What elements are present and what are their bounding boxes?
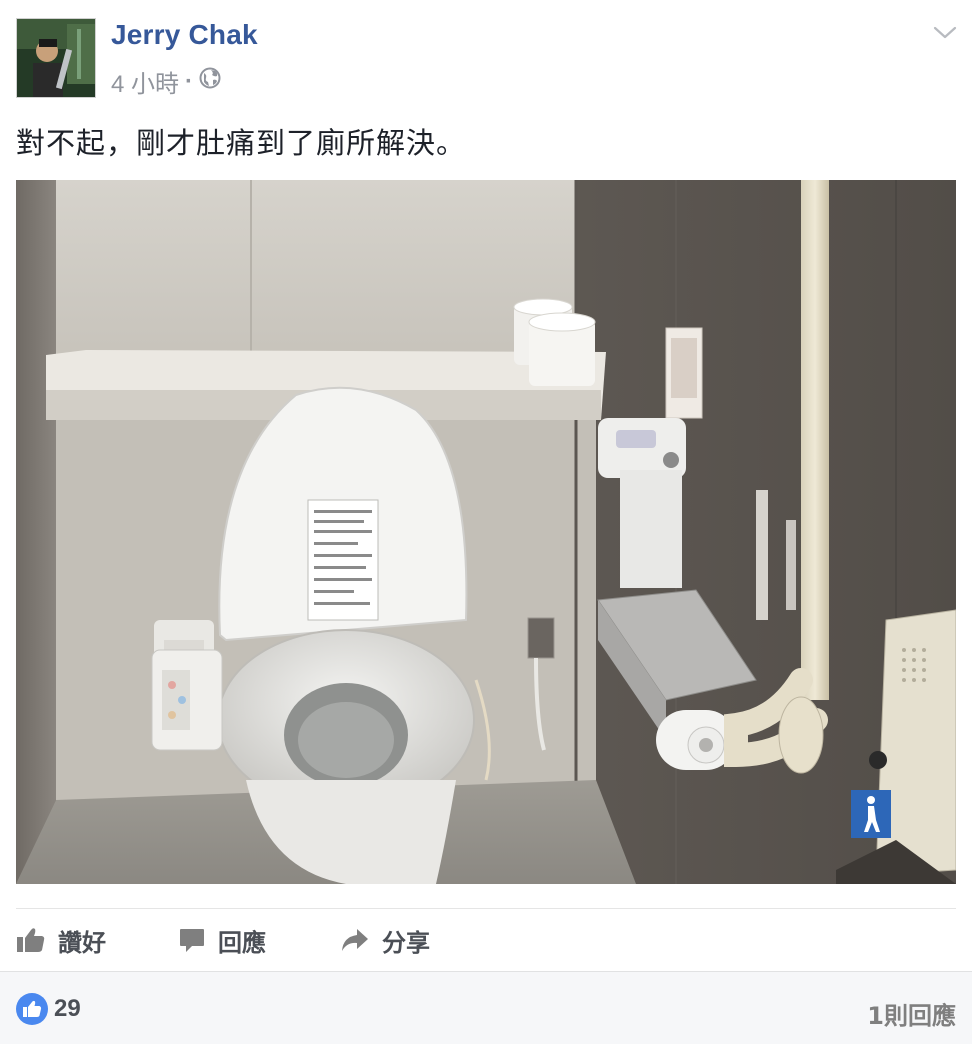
like-button[interactable]: 讚好 xyxy=(16,916,178,964)
like-label: 讚好 xyxy=(58,928,106,957)
post-text: 對不起，剛才肚痛到了廁所解決。 xyxy=(16,126,467,160)
action-bar: 讚好 回應 分享 xyxy=(16,916,480,964)
like-reaction-icon xyxy=(16,993,48,1025)
feed-post: Jerry Chak 4 小時 · 對不起，剛才肚痛到了廁所解決。 讚好 回應 … xyxy=(0,0,972,1044)
post-photo[interactable] xyxy=(16,180,956,884)
post-meta: 4 小時 · xyxy=(111,64,221,99)
share-button[interactable]: 分享 xyxy=(340,916,480,964)
comment-icon xyxy=(178,926,206,954)
like-count: 29 xyxy=(54,995,81,1022)
share-label: 分享 xyxy=(382,928,430,957)
comment-button[interactable]: 回應 xyxy=(178,916,340,964)
reaction-summary[interactable]: 29 xyxy=(16,993,81,1025)
comment-label: 回應 xyxy=(218,928,266,957)
reactions-footer: 29 1則回應 xyxy=(0,971,972,1044)
meta-separator: · xyxy=(185,67,194,95)
globe-icon xyxy=(199,67,221,96)
author-name[interactable]: Jerry Chak xyxy=(111,19,258,51)
post-timestamp[interactable]: 4 小時 xyxy=(111,64,179,99)
action-divider xyxy=(16,908,956,909)
thumbs-up-icon xyxy=(16,926,46,954)
chevron-down-icon[interactable] xyxy=(932,22,958,42)
share-icon xyxy=(340,926,370,954)
avatar[interactable] xyxy=(16,18,96,98)
comment-count[interactable]: 1則回應 xyxy=(867,996,956,1031)
